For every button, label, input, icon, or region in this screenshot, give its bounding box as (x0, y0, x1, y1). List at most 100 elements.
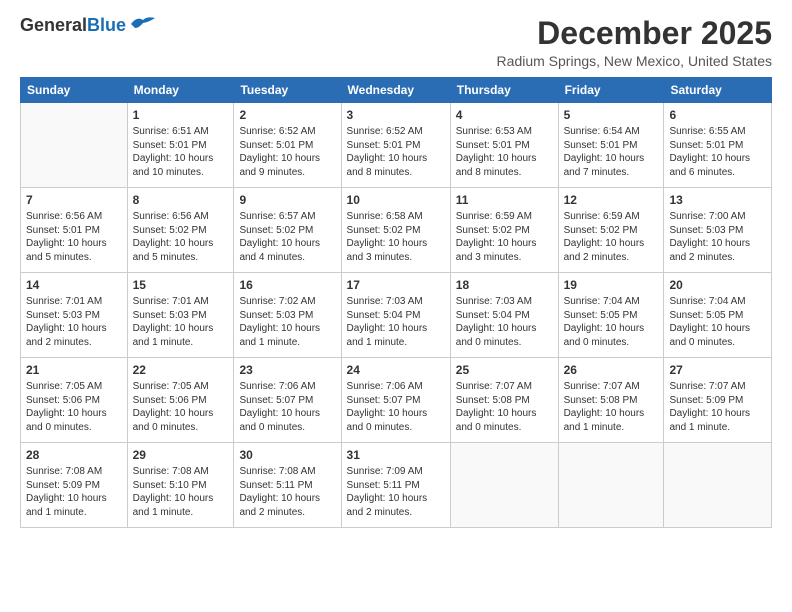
calendar-cell: 29Sunrise: 7:08 AMSunset: 5:10 PMDayligh… (127, 443, 234, 528)
cell-info: Sunrise: 7:08 AMSunset: 5:11 PMDaylight:… (239, 466, 320, 518)
calendar-cell: 3 Sunrise: 6:52 AMSunset: 5:01 PMDaylight… (341, 103, 450, 188)
day-number: 31 (347, 447, 445, 463)
day-number: 7 (26, 192, 122, 208)
month-title: December 2025 (497, 16, 772, 51)
calendar-cell: 26 Sunrise: 7:07 AMSunset: 5:08 PMDayligh… (558, 358, 664, 443)
calendar-cell: 4 Sunrise: 6:53 AMSunset: 5:01 PMDaylight… (450, 103, 558, 188)
day-number: 6 (669, 107, 766, 123)
cell-info: Sunrise: 6:58 AMSunset: 5:02 PMDaylight:… (347, 211, 428, 263)
calendar-cell: 31 Sunrise: 7:09 AMSunset: 5:11 PMDayligh… (341, 443, 450, 528)
cell-info: Sunrise: 7:07 AMSunset: 5:09 PMDaylight:… (669, 381, 750, 433)
header-wednesday: Wednesday (341, 78, 450, 103)
calendar-cell: 20 Sunrise: 7:04 AMSunset: 5:05 PMDayligh… (664, 273, 772, 358)
header-friday: Friday (558, 78, 664, 103)
calendar-cell: 13Sunrise: 7:00 AMSunset: 5:03 PMDayligh… (664, 188, 772, 273)
cell-info: Sunrise: 7:04 AMSunset: 5:05 PMDaylight:… (669, 296, 750, 348)
cell-info: Sunrise: 6:56 AMSunset: 5:01 PMDaylight:… (26, 211, 107, 263)
calendar-cell: 19 Sunrise: 7:04 AMSunset: 5:05 PMDayligh… (558, 273, 664, 358)
cell-info: Sunrise: 7:00 AMSunset: 5:03 PMDaylight:… (669, 211, 750, 263)
day-number: 25 (456, 362, 553, 378)
cell-info: Sunrise: 6:51 AMSunset: 5:01 PMDaylight:… (133, 126, 214, 178)
day-number: 1 (133, 107, 229, 123)
cell-info: Sunrise: 6:59 AMSunset: 5:02 PMDaylight:… (456, 211, 537, 263)
calendar-cell: 23 Sunrise: 7:06 AMSunset: 5:07 PMDayligh… (234, 358, 341, 443)
week-row-4: 21 Sunrise: 7:05 AMSunset: 5:06 PMDayligh… (21, 358, 772, 443)
calendar-cell: 28Sunrise: 7:08 AMSunset: 5:09 PMDayligh… (21, 443, 128, 528)
cell-info: Sunrise: 7:03 AMSunset: 5:04 PMDaylight:… (347, 296, 428, 348)
cell-info: Sunrise: 7:07 AMSunset: 5:08 PMDaylight:… (456, 381, 537, 433)
cell-info: Sunrise: 7:04 AMSunset: 5:05 PMDaylight:… (564, 296, 645, 348)
calendar-cell: 18Sunrise: 7:03 AMSunset: 5:04 PMDayligh… (450, 273, 558, 358)
cell-info: Sunrise: 7:01 AMSunset: 5:03 PMDaylight:… (133, 296, 214, 348)
cell-info: Sunrise: 7:01 AMSunset: 5:03 PMDaylight:… (26, 296, 107, 348)
title-block: December 2025 Radium Springs, New Mexico… (497, 16, 772, 69)
header-tuesday: Tuesday (234, 78, 341, 103)
calendar-cell: 12 Sunrise: 6:59 AMSunset: 5:02 PMDayligh… (558, 188, 664, 273)
calendar-cell (664, 443, 772, 528)
calendar-cell: 5Sunrise: 6:54 AMSunset: 5:01 PMDaylight… (558, 103, 664, 188)
day-number: 4 (456, 107, 553, 123)
page: GeneralBlue December 2025 Radium Springs… (0, 0, 792, 612)
calendar-cell: 24Sunrise: 7:06 AMSunset: 5:07 PMDayligh… (341, 358, 450, 443)
calendar-cell: 11Sunrise: 6:59 AMSunset: 5:02 PMDayligh… (450, 188, 558, 273)
calendar-cell: 21 Sunrise: 7:05 AMSunset: 5:06 PMDayligh… (21, 358, 128, 443)
calendar-cell: 6Sunrise: 6:55 AMSunset: 5:01 PMDaylight… (664, 103, 772, 188)
day-number: 16 (239, 277, 335, 293)
calendar-cell: 15 Sunrise: 7:01 AMSunset: 5:03 PMDayligh… (127, 273, 234, 358)
calendar-cell: 22 Sunrise: 7:05 AMSunset: 5:06 PMDayligh… (127, 358, 234, 443)
cell-info: Sunrise: 7:06 AMSunset: 5:07 PMDaylight:… (239, 381, 320, 433)
day-number: 22 (133, 362, 229, 378)
cell-info: Sunrise: 7:07 AMSunset: 5:08 PMDaylight:… (564, 381, 645, 433)
day-number: 20 (669, 277, 766, 293)
day-number: 14 (26, 277, 122, 293)
logo-general: General (20, 15, 87, 35)
header-monday: Monday (127, 78, 234, 103)
cell-info: Sunrise: 7:09 AMSunset: 5:11 PMDaylight:… (347, 466, 428, 518)
cell-info: Sunrise: 6:52 AMSunset: 5:01 PMDaylight:… (239, 126, 320, 178)
header-sunday: Sunday (21, 78, 128, 103)
cell-info: Sunrise: 6:57 AMSunset: 5:02 PMDaylight:… (239, 211, 320, 263)
week-row-3: 14 Sunrise: 7:01 AMSunset: 5:03 PMDayligh… (21, 273, 772, 358)
header-saturday: Saturday (664, 78, 772, 103)
cell-info: Sunrise: 7:06 AMSunset: 5:07 PMDaylight:… (347, 381, 428, 433)
day-number: 10 (347, 192, 445, 208)
day-number: 18 (456, 277, 553, 293)
day-number: 15 (133, 277, 229, 293)
day-number: 8 (133, 192, 229, 208)
calendar-cell: 10 Sunrise: 6:58 AMSunset: 5:02 PMDayligh… (341, 188, 450, 273)
cell-info: Sunrise: 6:54 AMSunset: 5:01 PMDaylight:… (564, 126, 645, 178)
header: GeneralBlue December 2025 Radium Springs… (20, 16, 772, 69)
calendar-cell: 25 Sunrise: 7:07 AMSunset: 5:08 PMDayligh… (450, 358, 558, 443)
day-number: 3 (347, 107, 445, 123)
header-thursday: Thursday (450, 78, 558, 103)
calendar-header-row: Sunday Monday Tuesday Wednesday Thursday… (21, 78, 772, 103)
day-number: 9 (239, 192, 335, 208)
cell-info: Sunrise: 6:53 AMSunset: 5:01 PMDaylight:… (456, 126, 537, 178)
cell-info: Sunrise: 7:02 AMSunset: 5:03 PMDaylight:… (239, 296, 320, 348)
day-number: 12 (564, 192, 659, 208)
calendar-cell (558, 443, 664, 528)
calendar-cell: 8 Sunrise: 6:56 AMSunset: 5:02 PMDaylight… (127, 188, 234, 273)
calendar-cell: 27Sunrise: 7:07 AMSunset: 5:09 PMDayligh… (664, 358, 772, 443)
week-row-5: 28Sunrise: 7:08 AMSunset: 5:09 PMDayligh… (21, 443, 772, 528)
cell-info: Sunrise: 6:52 AMSunset: 5:01 PMDaylight:… (347, 126, 428, 178)
cell-info: Sunrise: 7:05 AMSunset: 5:06 PMDaylight:… (133, 381, 214, 433)
calendar-cell: 9 Sunrise: 6:57 AMSunset: 5:02 PMDaylight… (234, 188, 341, 273)
day-number: 23 (239, 362, 335, 378)
calendar-table: Sunday Monday Tuesday Wednesday Thursday… (20, 77, 772, 528)
calendar-cell: 2 Sunrise: 6:52 AMSunset: 5:01 PMDaylight… (234, 103, 341, 188)
day-number: 21 (26, 362, 122, 378)
calendar-cell: 1 Sunrise: 6:51 AMSunset: 5:01 PMDaylight… (127, 103, 234, 188)
day-number: 2 (239, 107, 335, 123)
day-number: 29 (133, 447, 229, 463)
day-number: 30 (239, 447, 335, 463)
cell-info: Sunrise: 7:05 AMSunset: 5:06 PMDaylight:… (26, 381, 107, 433)
calendar-cell: 16 Sunrise: 7:02 AMSunset: 5:03 PMDayligh… (234, 273, 341, 358)
day-number: 26 (564, 362, 659, 378)
cell-info: Sunrise: 6:56 AMSunset: 5:02 PMDaylight:… (133, 211, 214, 263)
logo-text: GeneralBlue (20, 16, 126, 36)
cell-info: Sunrise: 6:59 AMSunset: 5:02 PMDaylight:… (564, 211, 645, 263)
logo-blue: Blue (87, 15, 126, 35)
day-number: 19 (564, 277, 659, 293)
week-row-2: 7 Sunrise: 6:56 AMSunset: 5:01 PMDaylight… (21, 188, 772, 273)
